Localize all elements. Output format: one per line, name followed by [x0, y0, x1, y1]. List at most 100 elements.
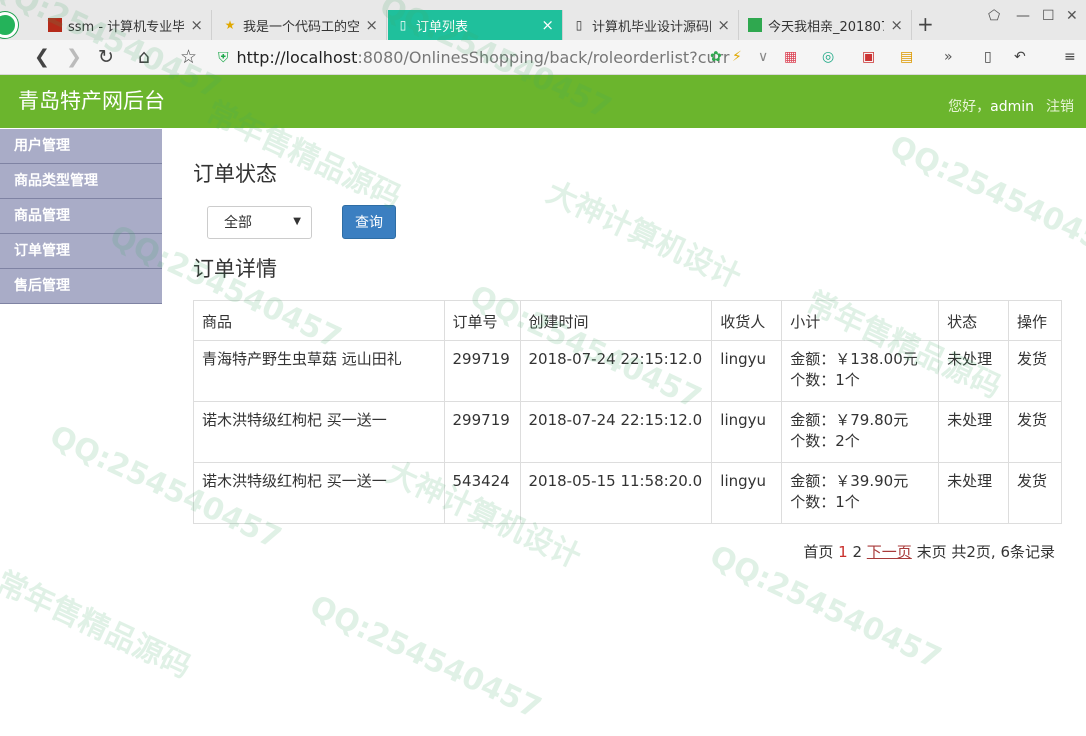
subtotal-amount: 金额：￥39.90元 — [790, 472, 909, 490]
sidebar-item-product-types[interactable]: 商品类型管理 — [0, 164, 162, 199]
bookmark-star-icon[interactable]: ☆ — [180, 46, 197, 68]
close-icon[interactable]: × — [190, 16, 203, 34]
apps-icon[interactable]: ▦ — [784, 49, 797, 65]
dropdown-icon[interactable]: ∨ — [758, 49, 768, 65]
url-input[interactable]: ⛨ http://localhost:8080/OnlinesShopping/… — [218, 45, 758, 70]
browser-tab-bar: ssm - 计算机专业毕业 × ★ 我是一个代码工的空间 × ▯ 订单列表 × … — [0, 0, 1086, 40]
browser-logo-icon[interactable] — [0, 12, 18, 38]
close-icon[interactable]: × — [890, 16, 903, 34]
cell-product: 诺木洪特级红枸杞 买一送一 — [193, 401, 445, 463]
browser-address-bar: ❮ ❯ ↻ ⌂ ☆ ⛨ http://localhost:8080/Online… — [0, 40, 1086, 75]
tab-ssm[interactable]: ssm - 计算机专业毕业 × — [40, 10, 212, 40]
next-page-link[interactable]: 下一页 — [867, 543, 912, 561]
screenshot-icon[interactable]: ▤ — [900, 49, 913, 65]
window-close-icon[interactable]: ✕ — [1066, 8, 1078, 24]
red-square-icon — [48, 18, 62, 32]
app-header: 青岛特产网后台 您好，admin 注销 — [0, 75, 1086, 128]
sidebar-item-users[interactable]: 用户管理 — [0, 129, 162, 164]
cell-receiver: lingyu — [711, 462, 783, 524]
tab-title: ssm - 计算机专业毕业 — [68, 19, 185, 35]
logout-link[interactable]: 注销 — [1046, 96, 1074, 116]
url-path: :8080/OnlinesShopping/back/roleorderlist… — [357, 48, 730, 67]
chevron-down-icon: ▼ — [293, 215, 301, 227]
url-host: http://localhost — [236, 48, 358, 67]
site-title: 青岛特产网后台 — [18, 89, 165, 113]
sidebar-item-products[interactable]: 商品管理 — [0, 199, 162, 234]
cell-subtotal: 金额：￥138.00元 个数：1个 — [781, 340, 940, 402]
tab-source-site[interactable]: ▯ 计算机毕业设计源码网 × — [564, 10, 739, 40]
cell-created: 2018-05-15 11:58:20.0 — [519, 462, 713, 524]
ship-action-link[interactable]: 发货 — [1007, 462, 1063, 524]
sidebar-item-after-sales[interactable]: 售后管理 — [0, 269, 162, 304]
tab-news[interactable]: 今天我相亲_2018072 × — [740, 10, 912, 40]
col-header-order-no: 订单号 — [443, 300, 521, 341]
table-header-row: 商品 订单号 创建时间 收货人 小计 状态 操作 — [193, 300, 1063, 341]
col-header-subtotal: 小计 — [781, 300, 940, 341]
ship-action-link[interactable]: 发货 — [1007, 340, 1063, 402]
cell-status: 未处理 — [938, 401, 1009, 463]
back-icon[interactable]: ❮ — [34, 46, 50, 68]
last-page-link[interactable]: 末页 — [917, 543, 947, 561]
col-header-created: 创建时间 — [519, 300, 713, 341]
refresh-ext-icon[interactable]: ✿ — [710, 49, 722, 65]
minimize-icon[interactable]: — — [1016, 8, 1030, 24]
green-square-icon — [748, 18, 762, 32]
pdf-icon[interactable]: ▣ — [862, 49, 875, 65]
tab-blog[interactable]: ★ 我是一个代码工的空间 × — [215, 10, 387, 40]
watermark-text: 大神计算机设计 — [540, 174, 747, 296]
new-tab-icon[interactable]: + — [917, 12, 934, 36]
subtotal-count: 个数：1个 — [790, 493, 860, 511]
close-icon[interactable]: × — [717, 16, 730, 34]
cell-order-no: 543424 — [443, 462, 521, 524]
status-select-value: 全部 — [224, 215, 252, 231]
cell-subtotal: 金额：￥39.90元 个数：1个 — [781, 462, 940, 524]
close-icon[interactable]: × — [365, 16, 378, 34]
page-link[interactable]: 2 — [852, 543, 862, 561]
cell-receiver: lingyu — [711, 340, 783, 402]
user-greeting: 您好，admin — [948, 96, 1034, 116]
greeting-prefix: 您好， — [948, 99, 991, 115]
page-icon: ▯ — [575, 18, 583, 32]
url-text: http://localhost:8080/OnlinesShopping/ba… — [237, 48, 730, 67]
close-icon[interactable]: × — [541, 16, 554, 34]
watermark-text: 常年售精品源码 — [0, 564, 197, 686]
subtotal-count: 个数：1个 — [790, 371, 860, 389]
tab-title: 订单列表 — [416, 19, 469, 35]
translate-icon[interactable]: ◎ — [822, 49, 834, 65]
subtotal-amount: 金额：￥138.00元 — [790, 350, 918, 368]
col-header-status: 状态 — [938, 300, 1009, 341]
page-link-current[interactable]: 1 — [838, 543, 848, 561]
cell-status: 未处理 — [938, 340, 1009, 402]
page-summary: 共2页, 6条记录 — [951, 543, 1055, 561]
cell-created: 2018-07-24 22:15:12.0 — [519, 340, 713, 402]
filter-row: 全部 ▼ 查询 — [207, 205, 396, 239]
undo-icon[interactable]: ↶ — [1014, 49, 1026, 65]
skin-icon[interactable]: ⬠ — [988, 8, 1000, 24]
maximize-icon[interactable]: ☐ — [1042, 8, 1055, 24]
watermark-text: QQ:254540457 — [884, 128, 1086, 267]
home-icon[interactable]: ⌂ — [138, 46, 150, 68]
cell-product: 诺木洪特级红枸杞 买一送一 — [193, 462, 445, 524]
cell-subtotal: 金额：￥79.80元 个数：2个 — [781, 401, 940, 463]
subtotal-amount: 金额：￥79.80元 — [790, 411, 909, 429]
watermark-text: QQ:254540457 — [304, 588, 547, 727]
table-row: 青海特产野生虫草菇 远山田礼 299719 2018-07-24 22:15:1… — [193, 340, 1063, 402]
star-icon: ★ — [224, 18, 236, 32]
sidebar-item-orders[interactable]: 订单管理 — [0, 234, 162, 269]
page-icon: ▯ — [399, 18, 407, 32]
pagination: 首页 1 2 下一页 末页 共2页, 6条记录 — [803, 541, 1055, 562]
ship-action-link[interactable]: 发货 — [1007, 401, 1063, 463]
lightning-icon[interactable]: ⚡ — [732, 49, 742, 65]
cell-product: 青海特产野生虫草菇 远山田礼 — [193, 340, 445, 402]
menu-icon[interactable]: ≡ — [1064, 49, 1076, 65]
query-button[interactable]: 查询 — [342, 205, 396, 239]
reload-icon[interactable]: ↻ — [98, 46, 114, 68]
reader-icon[interactable]: ▯ — [984, 49, 992, 65]
forward-icon[interactable]: ❯ — [66, 46, 82, 68]
table-row: 诺木洪特级红枸杞 买一送一 543424 2018-05-15 11:58:20… — [193, 462, 1063, 524]
more-extensions-icon[interactable]: » — [944, 49, 953, 65]
first-page-link[interactable]: 首页 — [803, 543, 833, 561]
status-select[interactable]: 全部 ▼ — [207, 205, 312, 239]
tab-order-list[interactable]: ▯ 订单列表 × — [388, 10, 563, 40]
cell-order-no: 299719 — [443, 340, 521, 402]
